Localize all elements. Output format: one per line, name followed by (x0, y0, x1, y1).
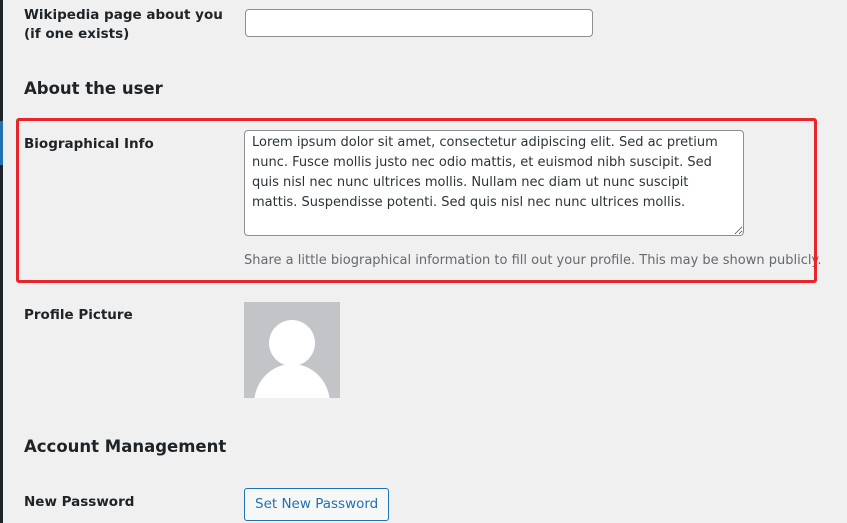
about-user-heading: About the user (24, 79, 163, 98)
biographical-info-description: Share a little biographical information … (244, 253, 822, 268)
set-new-password-button[interactable]: Set New Password (244, 488, 390, 521)
admin-menu-active-edge (0, 121, 3, 165)
biographical-info-label: Biographical Info (24, 136, 154, 152)
default-avatar-icon (244, 302, 340, 398)
wikipedia-label-line1: Wikipedia page about you (24, 7, 223, 23)
account-management-heading: Account Management (24, 437, 227, 456)
admin-menu-edge (0, 0, 3, 523)
profile-picture-label: Profile Picture (24, 307, 133, 323)
biographical-info-textarea[interactable]: Lorem ipsum dolor sit amet, consectetur … (244, 130, 744, 236)
new-password-label: New Password (24, 494, 135, 510)
wikipedia-label-line2: (if one exists) (24, 26, 130, 42)
profile-picture-avatar (244, 302, 340, 398)
wikipedia-field-label: Wikipedia page about you (if one exists) (24, 6, 223, 44)
wikipedia-input[interactable] (245, 9, 593, 37)
